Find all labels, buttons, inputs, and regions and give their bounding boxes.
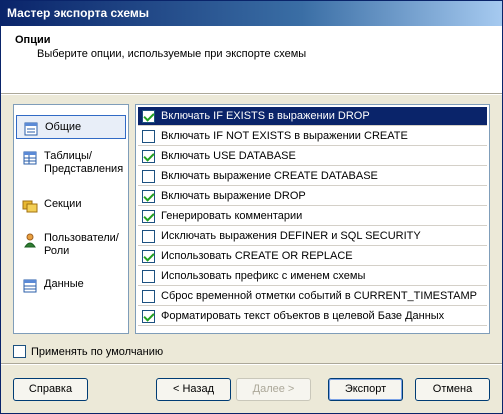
users-icon bbox=[24, 233, 36, 248]
option-row[interactable]: Включать USE DATABASE bbox=[138, 147, 487, 166]
option-row[interactable]: Включать выражение DROP bbox=[138, 187, 487, 206]
option-label: Включать IF NOT EXISTS в выражении CREAT… bbox=[161, 130, 408, 142]
option-label: Генерировать комментарии bbox=[161, 210, 303, 222]
option-row[interactable]: Использовать префикс с именем схемы bbox=[138, 267, 487, 286]
option-row[interactable]: Исключать выражения DEFINER и SQL SECURI… bbox=[138, 227, 487, 246]
apply-default-row[interactable]: Применять по умолчанию bbox=[13, 345, 163, 358]
nav-label-general: Общие bbox=[45, 121, 82, 133]
option-row[interactable]: Сброс временной отметки событий в CURREN… bbox=[138, 287, 487, 306]
export-button[interactable]: Экспорт bbox=[328, 378, 403, 401]
option-label: Использовать префикс с именем схемы bbox=[161, 270, 366, 282]
page-subtitle: Выберите опции, используемые при экспорт… bbox=[37, 48, 307, 60]
option-checkbox[interactable] bbox=[142, 209, 155, 223]
option-checkbox[interactable] bbox=[142, 109, 155, 123]
nav-item-tables[interactable]: Таблицы/ Представления bbox=[16, 150, 126, 180]
footer-divider bbox=[1, 363, 502, 365]
option-checkbox[interactable] bbox=[142, 229, 155, 243]
option-row[interactable]: Форматировать текст объектов в целевой Б… bbox=[138, 307, 487, 326]
option-label: Форматировать текст объектов в целевой Б… bbox=[161, 310, 445, 322]
nav-label-sections: Секции bbox=[44, 198, 82, 210]
nav-item-users[interactable]: Пользователи/ Роли bbox=[16, 232, 126, 262]
nav-label-data: Данные bbox=[44, 278, 84, 290]
option-checkbox[interactable] bbox=[142, 149, 155, 163]
back-button[interactable]: < Назад bbox=[156, 378, 231, 401]
wizard-header: Опции Выберите опции, используемые при э… bbox=[1, 26, 502, 94]
tables-icon bbox=[23, 151, 37, 165]
option-row[interactable]: Использовать CREATE OR REPLACE bbox=[138, 247, 487, 266]
option-checkbox[interactable] bbox=[142, 269, 155, 283]
option-label: Включать выражение CREATE DATABASE bbox=[161, 170, 378, 182]
next-button[interactable]: Далее > bbox=[236, 378, 311, 401]
general-options-icon bbox=[24, 122, 38, 136]
option-checkbox[interactable] bbox=[142, 189, 155, 203]
title-bar: Мастер экспорта схемы bbox=[1, 1, 502, 26]
apply-default-checkbox[interactable] bbox=[13, 345, 26, 358]
nav-item-data[interactable]: Данные bbox=[16, 278, 126, 296]
nav-label-users: Пользователи/ Роли bbox=[44, 232, 119, 257]
export-wizard-window: Мастер экспорта схемы Опции Выберите опц… bbox=[0, 0, 503, 414]
option-label: Включать USE DATABASE bbox=[161, 150, 296, 162]
options-nav: Общие Таблицы/ Представления Секции Поль… bbox=[13, 104, 129, 334]
option-label: Сброс временной отметки событий в CURREN… bbox=[161, 290, 478, 302]
option-row[interactable]: Включать IF NOT EXISTS в выражении CREAT… bbox=[138, 127, 487, 146]
option-label: Включать выражение DROP bbox=[161, 190, 306, 202]
header-divider bbox=[1, 94, 502, 96]
option-checkbox[interactable] bbox=[142, 249, 155, 263]
window-title: Мастер экспорта схемы bbox=[7, 6, 150, 20]
help-button[interactable]: Справка bbox=[13, 378, 88, 401]
nav-item-sections[interactable]: Секции bbox=[16, 198, 126, 216]
option-row[interactable]: Включать выражение CREATE DATABASE bbox=[138, 167, 487, 186]
option-label: Включать IF EXISTS в выражении DROP bbox=[161, 110, 370, 122]
data-icon bbox=[23, 279, 37, 293]
apply-default-label: Применять по умолчанию bbox=[31, 345, 164, 358]
option-row[interactable]: Включать IF EXISTS в выражении DROP bbox=[138, 107, 487, 126]
option-checkbox[interactable] bbox=[142, 309, 155, 323]
option-checkbox[interactable] bbox=[142, 169, 155, 183]
option-label: Использовать CREATE OR REPLACE bbox=[161, 250, 353, 262]
nav-item-general[interactable]: Общие bbox=[16, 115, 126, 139]
option-checkbox[interactable] bbox=[142, 289, 155, 303]
options-list: Включать IF EXISTS в выражении DROP Включ… bbox=[135, 104, 490, 334]
option-checkbox[interactable] bbox=[142, 129, 155, 143]
option-row[interactable]: Генерировать комментарии bbox=[138, 207, 487, 226]
nav-label-tables: Таблицы/ Представления bbox=[44, 150, 124, 175]
page-title: Опции bbox=[15, 34, 51, 46]
cancel-button[interactable]: Отмена bbox=[415, 378, 490, 401]
sections-icon bbox=[22, 200, 38, 213]
option-label: Исключать выражения DEFINER и SQL SECURI… bbox=[161, 230, 421, 242]
